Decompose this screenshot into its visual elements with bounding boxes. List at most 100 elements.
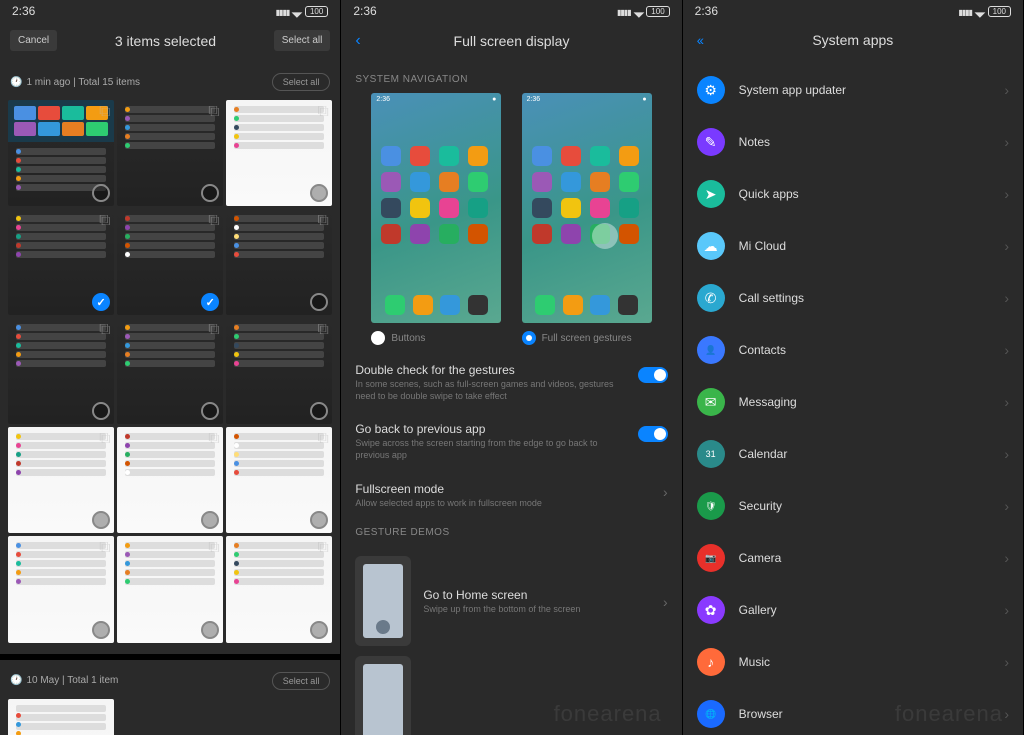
checkbox-unchecked-icon[interactable] [201,402,219,420]
chevron-right-icon: › [1004,446,1009,462]
app-icon: ✆ [697,284,725,312]
radio-label: Full screen gestures [542,333,632,344]
setting-double-check[interactable]: Double check for the gestures In some sc… [341,353,681,412]
checkbox-checked-icon[interactable] [201,293,219,311]
system-apps-list: ⚙System app updater›✎Notes›➤Quick apps›☁… [683,64,1023,735]
checkbox-checked-icon[interactable] [92,293,110,311]
screenshot-thumbnail[interactable]: ⧉ [8,318,114,424]
battery-icon: 100 [646,6,669,17]
screenshot-thumbnail[interactable]: ⧉ [117,100,223,206]
checkbox-unchecked-icon[interactable] [92,621,110,639]
app-icon: ♪ [697,648,725,676]
checkbox-unchecked-icon[interactable] [310,621,328,639]
back-button[interactable]: ‹‹ [697,32,702,48]
checkbox-unchecked-icon[interactable] [201,511,219,529]
preview-time: 2:36 [527,96,541,103]
checkbox-unchecked-icon[interactable] [92,402,110,420]
screenshot-thumbnail[interactable]: ⧉ [117,427,223,533]
app-icon [619,224,639,244]
back-button[interactable]: ‹ [355,32,360,50]
checkbox-unchecked-icon[interactable] [201,184,219,202]
setting-subtitle: In some scenes, such as full-screen game… [355,379,627,402]
gesture-demo-home[interactable]: Go to Home screen Swipe up from the bott… [341,546,681,656]
checkbox-unchecked-icon[interactable] [92,184,110,202]
system-app-item[interactable]: ✉Messaging› [683,376,1023,428]
screenshot-thumbnail[interactable]: ⧉ [117,536,223,642]
group-select-all-button[interactable]: Select all [272,73,331,91]
status-icons: 100 [617,4,670,18]
screenshot-thumbnail[interactable]: ⧉ [226,536,332,642]
checkbox-unchecked-icon[interactable] [310,511,328,529]
screenshot-thumbnail[interactable]: ⧉ [8,536,114,642]
status-time: 2:36 [12,4,35,18]
preview-buttons[interactable]: 2:36● Buttons [371,93,501,353]
app-icon: 31 [697,440,725,468]
app-icon: ✉ [697,388,725,416]
dock-icon [440,295,460,315]
screenshot-thumbnail[interactable]: ⧉ [226,318,332,424]
system-app-item[interactable]: ✎Notes› [683,116,1023,168]
screenshot-thumbnail[interactable]: ⧉ [8,427,114,533]
app-icon [532,224,552,244]
app-icon [561,224,581,244]
status-bar: 2:36 100 [0,0,340,22]
app-icon [468,146,488,166]
radio-gestures[interactable] [522,331,536,345]
app-icon [590,198,610,218]
system-app-item[interactable]: ☁Mi Cloud› [683,220,1023,272]
checkbox-unchecked-icon[interactable] [310,184,328,202]
demo-subtitle: Swipe up from the bottom of the screen [423,604,641,616]
setting-title: Go back to previous app [355,422,627,436]
group-label: 10 May | Total 1 item [26,675,118,686]
app-label: Mi Cloud [739,239,991,253]
app-icon: 🌐 [697,700,725,728]
watermark: fonearena [895,701,1003,727]
stack-icon: ⧉ [317,103,329,115]
screenshot-thumbnail[interactable]: ⧉ [226,427,332,533]
system-app-item[interactable]: ♪Music› [683,636,1023,688]
app-icon: ✿ [697,596,725,624]
toggle-switch[interactable] [638,426,668,442]
screenshot-thumbnail[interactable]: ⧉ [117,209,223,315]
screenshot-thumbnail[interactable] [8,699,114,735]
system-app-item[interactable]: 👤Contacts› [683,324,1023,376]
group-select-all-button[interactable]: Select all [272,672,331,690]
status-icons: 100 [276,4,329,18]
app-icon [590,172,610,192]
system-app-item[interactable]: ✿Gallery› [683,584,1023,636]
system-app-item[interactable]: ✆Call settings› [683,272,1023,324]
checkbox-unchecked-icon[interactable] [201,621,219,639]
setting-title: Fullscreen mode [355,482,653,496]
screenshot-thumbnail[interactable]: ⧉ [8,100,114,206]
checkbox-unchecked-icon[interactable] [310,293,328,311]
stack-icon: ⧉ [317,430,329,442]
select-all-button[interactable]: Select all [274,30,331,51]
system-app-item[interactable]: 📷Camera› [683,532,1023,584]
app-icon [410,224,430,244]
watermark: fonearena [554,701,662,727]
preview-battery-icon: ● [642,96,646,103]
toggle-switch[interactable] [638,367,668,383]
thumbnail-grid: ⧉⧉⧉⧉⧉⧉⧉⧉⧉⧉⧉⧉⧉⧉⧉ [0,97,340,646]
stack-icon: ⧉ [99,539,111,551]
system-app-item[interactable]: 🛡Security› [683,480,1023,532]
system-app-item[interactable]: ➤Quick apps› [683,168,1023,220]
screenshot-thumbnail[interactable]: ⧉ [117,318,223,424]
system-app-item[interactable]: ⚙System app updater› [683,64,1023,116]
screenshot-thumbnail[interactable]: ⧉ [226,209,332,315]
cancel-button[interactable]: Cancel [10,30,57,51]
preview-gestures[interactable]: 2:36 ● Full screen gestures [522,93,652,353]
status-bar: 2:36 100 [341,0,681,22]
screenshot-thumbnail[interactable]: ⧉ [8,209,114,315]
demo-title: Go to Home screen [423,588,641,602]
radio-buttons[interactable] [371,331,385,345]
app-icon: 📷 [697,544,725,572]
checkbox-unchecked-icon[interactable] [310,402,328,420]
checkbox-unchecked-icon[interactable] [92,511,110,529]
system-app-item[interactable]: 31Calendar› [683,428,1023,480]
app-icon [590,146,610,166]
setting-go-back[interactable]: Go back to previous app Swipe across the… [341,412,681,471]
app-label: Security [739,499,991,513]
screenshot-thumbnail[interactable]: ⧉ [226,100,332,206]
setting-fullscreen-mode[interactable]: Fullscreen mode Allow selected apps to w… [341,472,681,520]
